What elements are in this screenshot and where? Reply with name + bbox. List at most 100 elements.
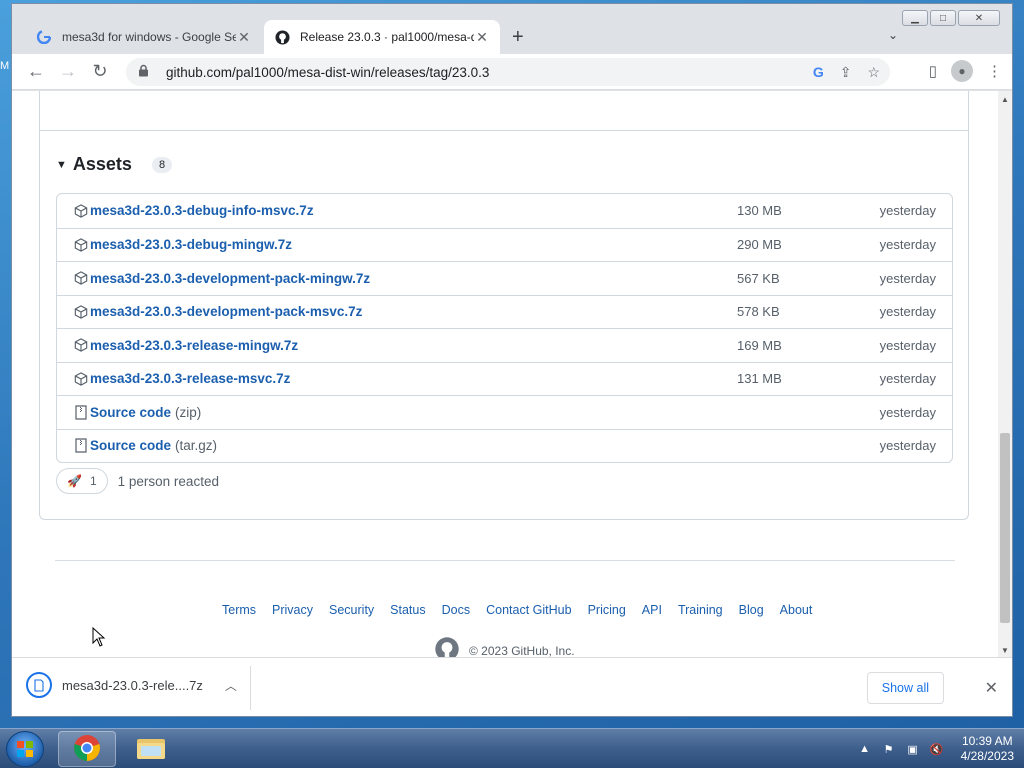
assets-count-badge: 8 [151,156,173,173]
package-icon [73,371,89,387]
address-bar[interactable]: github.com/pal1000/mesa-dist-win/release… [126,58,890,86]
desktop-edge-text: M [0,60,10,72]
forward-button[interactable]: → [52,56,84,88]
close-tab-icon[interactable]: ✕ [236,29,252,46]
footer-link-terms[interactable]: Terms [222,603,256,617]
package-icon [73,304,89,320]
asset-date: yesterday [879,270,936,286]
asset-link[interactable]: Source code (zip) [90,405,201,420]
reaction-button[interactable]: 🚀 1 [56,468,108,494]
window-controls: ▁ □ ✕ [902,10,1000,26]
lock-icon [138,64,152,80]
asset-date: yesterday [879,371,936,387]
asset-date: yesterday [879,237,936,253]
reaction-count: 1 [89,474,97,488]
tab-bar: mesa3d for windows - Google Se ✕ Release… [12,4,1012,54]
maximize-button[interactable]: □ [930,10,956,26]
clock-time: 10:39 AM [961,734,1013,748]
github-logo-icon[interactable] [435,637,459,657]
download-item[interactable]: mesa3d-23.0.3-rele....7z ︿ [26,672,237,698]
minimize-button[interactable]: ▁ [902,10,928,26]
close-tab-icon[interactable]: ✕ [474,29,490,46]
mouse-cursor-icon [92,626,106,650]
taskbar-explorer[interactable] [122,731,180,767]
footer-link-security[interactable]: Security [329,603,374,617]
file-zip-icon [73,438,89,454]
taskbar-clock[interactable]: 10:39 AM 4/28/2023 [961,734,1014,764]
asset-link-label: Source code [90,438,172,454]
package-icon [73,337,89,353]
scroll-up-arrow-icon[interactable]: ▲ [1001,95,1009,104]
profile-avatar-icon[interactable]: ● [951,60,973,82]
asset-link[interactable]: mesa3d-23.0.3-development-pack-msvc.7z [90,304,362,319]
network-icon[interactable]: ▣ [905,742,921,756]
back-button[interactable]: ← [20,56,52,88]
url-text: github.com/pal1000/mesa-dist-win/release… [166,64,490,80]
side-panel-icon[interactable]: ▯ [929,62,937,80]
taskbar-chrome[interactable] [58,731,116,767]
caret-down-icon: ▼ [56,158,67,171]
download-separator [250,666,251,710]
reaction-summary: 1 person reacted [117,473,219,489]
chevron-up-icon[interactable]: ︿ [225,677,237,694]
tab-google-search[interactable]: mesa3d for windows - Google Se ✕ [26,20,262,54]
scroll-down-arrow-icon[interactable]: ▼ [1001,646,1009,655]
asset-link[interactable]: Source code (tar.gz) [90,438,217,453]
assets-header[interactable]: ▼ Assets 8 [56,154,173,175]
bookmark-star-icon[interactable]: ☆ [867,64,880,81]
asset-link[interactable]: mesa3d-23.0.3-development-pack-mingw.7z [90,271,370,286]
close-window-button[interactable]: ✕ [958,10,1000,26]
menu-kebab-icon[interactable]: ⋮ [987,62,1002,80]
footer-link-contact[interactable]: Contact GitHub [486,603,571,617]
asset-date: yesterday [879,203,936,219]
asset-row: Source code (zip) yesterday [57,395,952,429]
copyright-text: © 2023 GitHub, Inc. [469,643,575,658]
tab-search-chevron-icon[interactable]: ⌄ [888,28,898,42]
page-viewport: ▼ Assets 8 mesa3d-23.0.3-debug-info-msvc… [12,91,998,657]
asset-row: mesa3d-23.0.3-release-msvc.7z 131 MB yes… [57,361,952,396]
asset-size: 169 MB [737,337,782,353]
action-center-flag-icon[interactable]: ⚑ [881,742,897,756]
start-button[interactable] [6,731,44,767]
new-tab-button[interactable]: + [512,26,524,49]
asset-link[interactable]: mesa3d-23.0.3-debug-mingw.7z [90,237,292,252]
footer-link-training[interactable]: Training [678,603,723,617]
download-file-name: mesa3d-23.0.3-rele....7z [62,677,203,693]
github-icon [274,29,290,45]
asset-link-label: Source code [90,404,172,420]
asset-link[interactable]: mesa3d-23.0.3-debug-info-msvc.7z [90,203,314,218]
show-all-button[interactable]: Show all [866,672,944,704]
asset-link[interactable]: mesa3d-23.0.3-release-mingw.7z [90,338,298,353]
footer-link-status[interactable]: Status [390,603,425,617]
file-zip-icon [73,404,89,420]
asset-row: mesa3d-23.0.3-release-mingw.7z 169 MB ye… [57,328,952,362]
footer-link-about[interactable]: About [780,603,813,617]
share-icon[interactable]: ⇪ [840,64,852,81]
browser-toolbar: ← → ↻ github.com/pal1000/mesa-dist-win/r… [12,54,1012,90]
tab-github-release[interactable]: Release 23.0.3 · pal1000/mesa-di ✕ [264,20,500,54]
asset-link[interactable]: mesa3d-23.0.3-release-msvc.7z [90,371,290,386]
asset-link-suffix: (tar.gz) [175,438,218,454]
google-icon [36,29,52,45]
volume-muted-icon[interactable]: 🔇 [929,742,945,756]
asset-row: mesa3d-23.0.3-development-pack-mingw.7z … [57,261,952,295]
asset-row: mesa3d-23.0.3-debug-mingw.7z 290 MB yest… [57,227,952,262]
page-scrollbar[interactable]: ▲ ▼ [998,91,1012,657]
footer-link-pricing[interactable]: Pricing [588,603,626,617]
asset-size: 567 KB [737,270,780,286]
toolbar-right: ▯ ● ⋮ [929,60,1002,82]
tray-expand-icon[interactable]: ▲ [857,742,873,756]
divider [40,130,968,131]
footer-link-privacy[interactable]: Privacy [272,603,313,617]
footer-link-blog[interactable]: Blog [739,603,764,617]
footer-link-api[interactable]: API [642,603,662,617]
scroll-thumb[interactable] [1000,433,1010,623]
google-lens-icon[interactable]: G [813,64,824,81]
package-icon [73,237,89,253]
footer-link-docs[interactable]: Docs [442,603,470,617]
asset-date: yesterday [879,304,936,320]
reload-button[interactable]: ↻ [84,56,116,88]
close-download-bar-icon[interactable]: ✕ [985,678,998,698]
release-card: ▼ Assets 8 mesa3d-23.0.3-debug-info-msvc… [39,91,969,520]
asset-date: yesterday [879,337,936,353]
